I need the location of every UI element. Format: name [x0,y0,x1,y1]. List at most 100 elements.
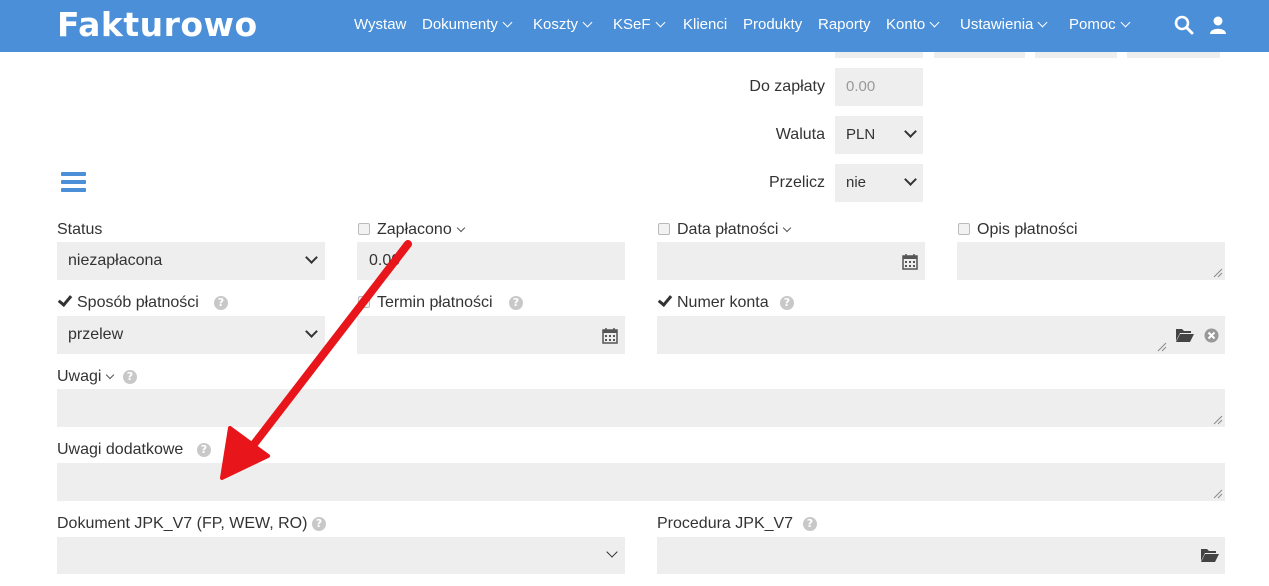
search-icon[interactable] [1174,15,1194,35]
uwagi-label[interactable]: Uwagi [57,368,115,386]
nav-koszty[interactable]: Koszty [533,16,593,33]
clear-icon[interactable] [1204,328,1219,343]
data-platnosci-label-text: Data płatności [677,221,779,238]
app-logo[interactable]: Fakturowo [57,5,258,44]
opis-platnosci-textarea[interactable] [957,242,1225,280]
zaplacono-label-text: Zapłacono [377,221,452,238]
help-icon[interactable]: ? [312,517,326,531]
zaplacono-checkbox[interactable] [358,223,370,235]
data-platnosci-field[interactable] [657,242,925,280]
user-icon[interactable] [1208,15,1228,35]
zaplacono-value: 0.00 [369,252,401,269]
jpk-procedura-label: Procedura JPK_V7 [657,515,794,532]
chevron-down-icon [502,17,513,27]
do-zaplaty-field[interactable]: 0.00 [835,68,923,106]
resize-handle-icon[interactable] [1213,415,1223,425]
help-icon[interactable]: ? [509,296,523,310]
status-value: niezapłacona [68,252,163,269]
resize-handle-icon[interactable] [1157,342,1167,352]
nav-ksef[interactable]: KSeF [613,16,665,33]
uwagi-label-text: Uwagi [57,368,102,385]
opis-platnosci-checkbox[interactable] [958,223,970,235]
uwagi-dodatkowe-textarea[interactable] [57,463,1225,501]
top-navigation-bar: Fakturowo Wystaw Dokumenty Koszty KSeF K… [0,0,1269,52]
termin-platnosci-label[interactable]: Termin płatności [377,294,493,312]
chevron-down-icon [655,17,665,27]
chevron-down-icon [582,17,593,27]
partial-input [1127,52,1220,58]
sposob-platnosci-select[interactable]: przelew [57,316,325,354]
termin-platnosci-field[interactable] [357,316,625,354]
data-platnosci-label[interactable]: Data płatności [677,221,792,239]
status-label: Status [57,221,103,238]
waluta-value: PLN [846,126,876,143]
folder-open-icon[interactable] [1200,547,1220,563]
nav-klienci[interactable]: Klienci [683,16,727,33]
nav-ustawienia[interactable]: Ustawienia [960,16,1048,33]
chevron-down-icon [929,17,940,27]
chevron-down-icon [1037,17,1048,27]
przelicz-label: Przelicz [768,174,825,191]
chevron-down-icon [106,370,115,380]
nav-konto[interactable]: Konto [886,16,940,33]
zaplacono-label[interactable]: Zapłacono [377,221,465,239]
waluta-select[interactable]: PLN [835,116,923,154]
nav-label: Raporty [818,16,871,33]
nav-label: Pomoc [1069,16,1116,33]
help-icon[interactable]: ? [197,443,211,457]
chevron-down-icon [305,325,318,338]
opis-platnosci-label[interactable]: Opis płatności [977,221,1078,239]
numer-konta-label[interactable]: Numer konta [677,294,769,312]
sposob-platnosci-checkbox-checked[interactable] [57,291,73,308]
sposob-platnosci-value: przelew [68,326,124,343]
calendar-icon[interactable] [602,327,618,344]
chevron-down-icon [1120,17,1131,27]
przelicz-select[interactable]: nie [835,164,923,202]
uwagi-textarea[interactable] [57,389,1225,427]
uwagi-dodatkowe-label: Uwagi dodatkowe [57,441,184,458]
nav-pomoc[interactable]: Pomoc [1069,16,1131,33]
termin-platnosci-checkbox[interactable] [358,296,370,308]
numer-konta-field[interactable] [657,316,1225,354]
nav-wystaw[interactable]: Wystaw [354,16,406,33]
nav-raporty[interactable]: Raporty [818,16,871,33]
nav-dokumenty[interactable]: Dokumenty [422,16,513,33]
waluta-label: Waluta [775,126,825,143]
folder-open-icon[interactable] [1175,327,1195,343]
calendar-icon[interactable] [902,253,918,270]
nav-label: Produkty [743,16,803,33]
nav-label: Ustawienia [960,16,1034,33]
sposob-platnosci-label[interactable]: Sposób płatności [77,294,199,312]
chevron-down-icon [606,546,618,558]
numer-konta-checkbox-checked[interactable] [657,291,673,308]
partial-input [835,52,923,58]
do-zaplaty-value: 0.00 [846,78,876,95]
do-zaplaty-label: Do zapłaty [749,78,825,95]
nav-label: Wystaw [354,16,407,33]
nav-produkty[interactable]: Produkty [743,16,802,33]
chevron-down-icon [456,223,465,233]
partial-input [1035,52,1117,58]
partial-input [934,52,1025,58]
chevron-down-icon [783,223,792,233]
jpk-procedura-field[interactable] [657,537,1225,574]
help-icon[interactable]: ? [214,296,228,310]
nav-label: Konto [886,16,926,33]
help-icon[interactable]: ? [803,517,817,531]
jpk-dokument-label: Dokument JPK_V7 (FP, WEW, RO) [57,515,308,532]
help-icon[interactable]: ? [780,296,794,310]
resize-handle-icon[interactable] [1213,489,1223,499]
chevron-down-icon [904,173,917,186]
status-select[interactable]: niezapłacona [57,242,325,280]
nav-label: Dokumenty [422,16,498,33]
help-icon[interactable]: ? [123,370,137,384]
menu-hamburger-icon[interactable] [61,172,86,192]
data-platnosci-checkbox[interactable] [658,223,670,235]
nav-label: Koszty [533,16,579,33]
jpk-dokument-select[interactable] [57,537,625,574]
chevron-down-icon [904,125,917,138]
nav-label: Klienci [683,16,728,33]
zaplacono-field[interactable]: 0.00 [357,242,625,280]
nav-label: KSeF [613,16,651,33]
resize-handle-icon[interactable] [1213,268,1223,278]
